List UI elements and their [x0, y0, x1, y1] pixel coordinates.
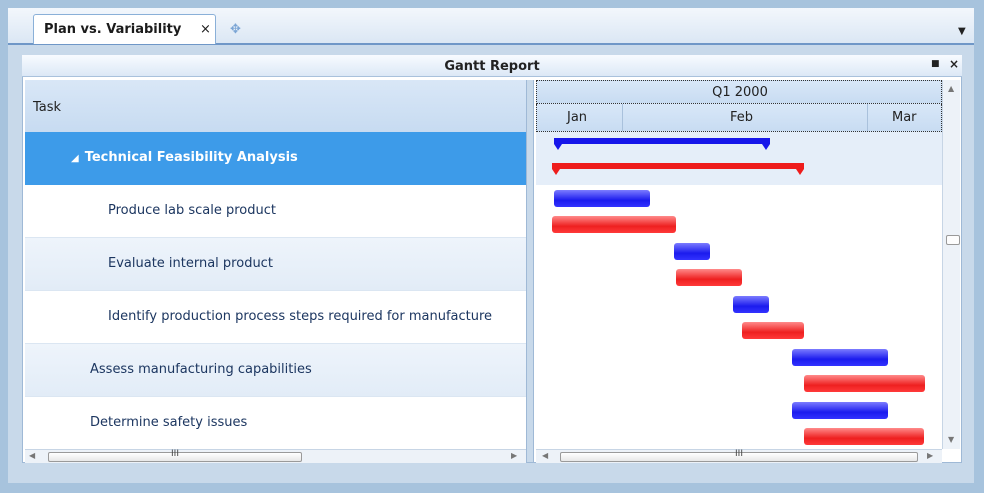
task-row-assess-manufacturing-capabilities[interactable]: Assess manufacturing capabilities	[25, 344, 526, 397]
collapse-triangle-icon[interactable]: ◢	[71, 153, 79, 164]
task-row-identify-production-process-steps[interactable]: Identify production process steps requir…	[25, 291, 526, 344]
task-grid-horizontal-scrollbar[interactable]: ◀ III ▶	[25, 449, 526, 463]
new-tab-icon[interactable]: ✥	[230, 22, 241, 37]
plan-bar[interactable]	[792, 402, 888, 419]
gantt-row-technical-feasibility-analysis	[536, 132, 942, 185]
variability-bar[interactable]	[552, 216, 676, 233]
scroll-up-arrow-icon[interactable]: ▲	[948, 84, 954, 93]
task-row-evaluate-internal-product[interactable]: Evaluate internal product	[25, 238, 526, 291]
tab-plan-vs-variability[interactable]: Plan vs. Variability ×	[33, 14, 216, 44]
task-row-technical-feasibility-analysis[interactable]: ◢ Technical Feasibility Analysis	[25, 132, 526, 185]
scroll-down-arrow-icon[interactable]: ▼	[948, 435, 954, 444]
task-name: Identify production process steps requir…	[108, 309, 493, 324]
task-name: Assess manufacturing capabilities	[90, 362, 312, 377]
month-label-jan: Jan	[567, 110, 588, 125]
grip-icon: III	[171, 449, 179, 459]
grid-splitter[interactable]	[526, 80, 534, 462]
gantt-row-produce-lab-scale-product	[536, 185, 942, 238]
scrollbar-thumb[interactable]	[946, 235, 960, 245]
variability-bar[interactable]	[742, 322, 804, 339]
task-name: Evaluate internal product	[108, 256, 273, 271]
summary-plan-bar[interactable]	[554, 138, 770, 150]
tab-menu-chevron-down-icon[interactable]: ▼	[958, 26, 966, 37]
gantt-row-identify-production-process-steps	[536, 291, 942, 344]
scrollbar-thumb[interactable]: III	[48, 449, 302, 462]
task-grid: Task ◢ Technical Feasibility Analysis Pro…	[25, 80, 526, 449]
panel-title: Gantt Report	[444, 59, 540, 74]
month-label-feb: Feb	[730, 110, 754, 125]
scrollbar-thumb[interactable]: III	[560, 449, 918, 462]
task-row-label: ◢ Technical Feasibility Analysis	[71, 150, 298, 165]
timeline-month-header: Jan Feb Mar	[536, 104, 942, 132]
gantt-horizontal-scrollbar[interactable]: ◀ III ▶	[536, 449, 942, 463]
plan-bar[interactable]	[674, 243, 710, 260]
timeline-quarter-header: Q1 2000	[536, 80, 942, 104]
gantt-vertical-scrollbar[interactable]: ▲ ▼	[942, 80, 960, 449]
month-label-mar: Mar	[892, 110, 917, 125]
tab-close-icon[interactable]: ×	[200, 22, 211, 37]
scroll-right-arrow-icon[interactable]: ▶	[511, 451, 517, 460]
gantt-chart: Q1 2000 Jan Feb Mar	[536, 80, 942, 449]
grip-icon: III	[735, 449, 743, 459]
task-name: Produce lab scale product	[108, 203, 276, 218]
variability-bar[interactable]	[804, 375, 925, 392]
scroll-left-arrow-icon[interactable]: ◀	[542, 451, 548, 460]
plan-bar[interactable]	[792, 349, 888, 366]
quarter-label: Q1 2000	[712, 85, 768, 100]
plan-bar[interactable]	[733, 296, 769, 313]
gantt-row-assess-manufacturing-capabilities	[536, 344, 942, 397]
variability-bar[interactable]	[804, 428, 924, 445]
maximize-icon[interactable]: ■	[931, 59, 940, 69]
scroll-right-arrow-icon[interactable]: ▶	[927, 451, 933, 460]
task-row-produce-lab-scale-product[interactable]: Produce lab scale product	[25, 185, 526, 238]
variability-bar[interactable]	[676, 269, 742, 286]
panel-title-bar: Gantt Report	[22, 55, 962, 77]
summary-variability-bar[interactable]	[552, 163, 804, 175]
tab-label: Plan vs. Variability	[44, 22, 182, 37]
document-tab-strip: Plan vs. Variability × ✥ ▼	[8, 8, 974, 45]
task-column-header[interactable]: Task	[25, 80, 526, 133]
scroll-left-arrow-icon[interactable]: ◀	[29, 451, 35, 460]
month-divider	[867, 104, 868, 131]
task-name: Technical Feasibility Analysis	[84, 150, 298, 165]
plan-bar[interactable]	[554, 190, 650, 207]
task-name: Determine safety issues	[90, 415, 248, 430]
task-column-header-label: Task	[33, 100, 62, 115]
task-row-determine-safety-issues[interactable]: Determine safety issues	[25, 397, 526, 449]
month-divider	[622, 104, 623, 131]
gantt-row-determine-safety-issues	[536, 397, 942, 449]
panel-close-icon[interactable]: ×	[949, 57, 959, 71]
gantt-row-evaluate-internal-product	[536, 238, 942, 291]
